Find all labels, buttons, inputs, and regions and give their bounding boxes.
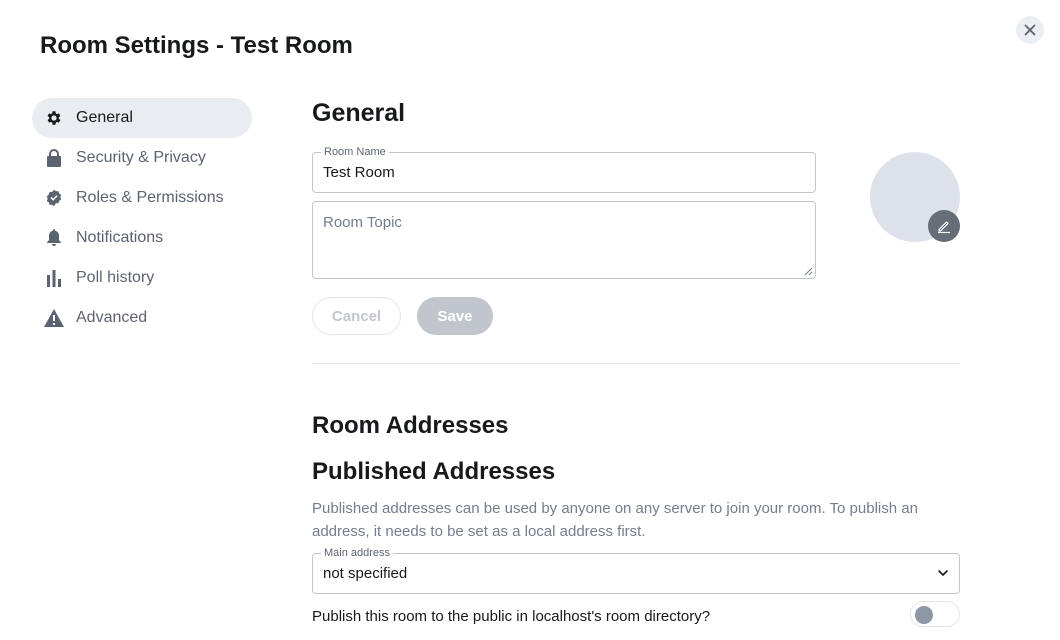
avatar-edit-button[interactable] [928,210,960,242]
section-heading-published-addresses: Published Addresses [312,458,556,485]
sidebar-item-security[interactable]: Security & Privacy [32,138,252,178]
pencil-icon [938,221,950,234]
chevron-down-icon [938,570,948,576]
room-name-label: Room Name [321,146,389,158]
sidebar-item-roles[interactable]: Roles & Permissions [32,178,252,218]
main-address-value: not specified [323,565,408,582]
resize-grip-icon[interactable] [804,267,813,276]
sidebar-item-label: Poll history [76,269,155,286]
section-heading-general: General [312,99,406,127]
lock-icon [44,148,64,168]
publish-directory-label: Publish this room to the public in local… [312,608,711,625]
sidebar-item-advanced[interactable]: Advanced [32,298,252,338]
gear-icon [44,108,64,128]
sidebar-item-notifications[interactable]: Notifications [32,218,252,258]
section-heading-room-addresses: Room Addresses [312,412,509,439]
toggle-knob [915,606,933,624]
close-icon [1024,24,1036,36]
sidebar-item-label: Advanced [76,309,148,326]
publish-directory-toggle[interactable] [910,601,960,627]
room-name-field[interactable]: Room Name Test Room [312,146,816,193]
sidebar-item-label: Notifications [76,229,164,246]
main-address-select[interactable]: Main address not specified [312,547,960,594]
save-button[interactable]: Save [417,297,493,335]
sidebar-item-general[interactable]: General [32,98,252,138]
room-topic-field[interactable]: Room Topic [312,201,816,279]
sidebar-item-poll-history[interactable]: Poll history [32,258,252,298]
room-settings-dialog: Room Settings - Test Room General Securi… [0,0,1060,640]
sidebar-item-label: Security & Privacy [76,149,206,166]
sidebar-item-label: Roles & Permissions [76,189,224,206]
published-addresses-description: Published addresses can be used by anyon… [312,500,918,540]
settings-sidebar: General Security & Privacy Roles & Permi… [32,98,252,338]
room-topic-placeholder: Room Topic [323,214,402,231]
section-divider [312,363,960,364]
bar-chart-icon [44,268,64,288]
badge-check-icon [44,188,64,208]
sidebar-item-label: General [76,109,133,126]
bell-icon [44,228,64,248]
dialog-title: Room Settings - Test Room [40,32,353,59]
room-name-value: Test Room [323,164,395,181]
cancel-button[interactable]: Cancel [312,297,401,335]
warning-icon [44,308,64,328]
main-address-label: Main address [321,547,394,559]
close-button[interactable] [1016,16,1044,44]
